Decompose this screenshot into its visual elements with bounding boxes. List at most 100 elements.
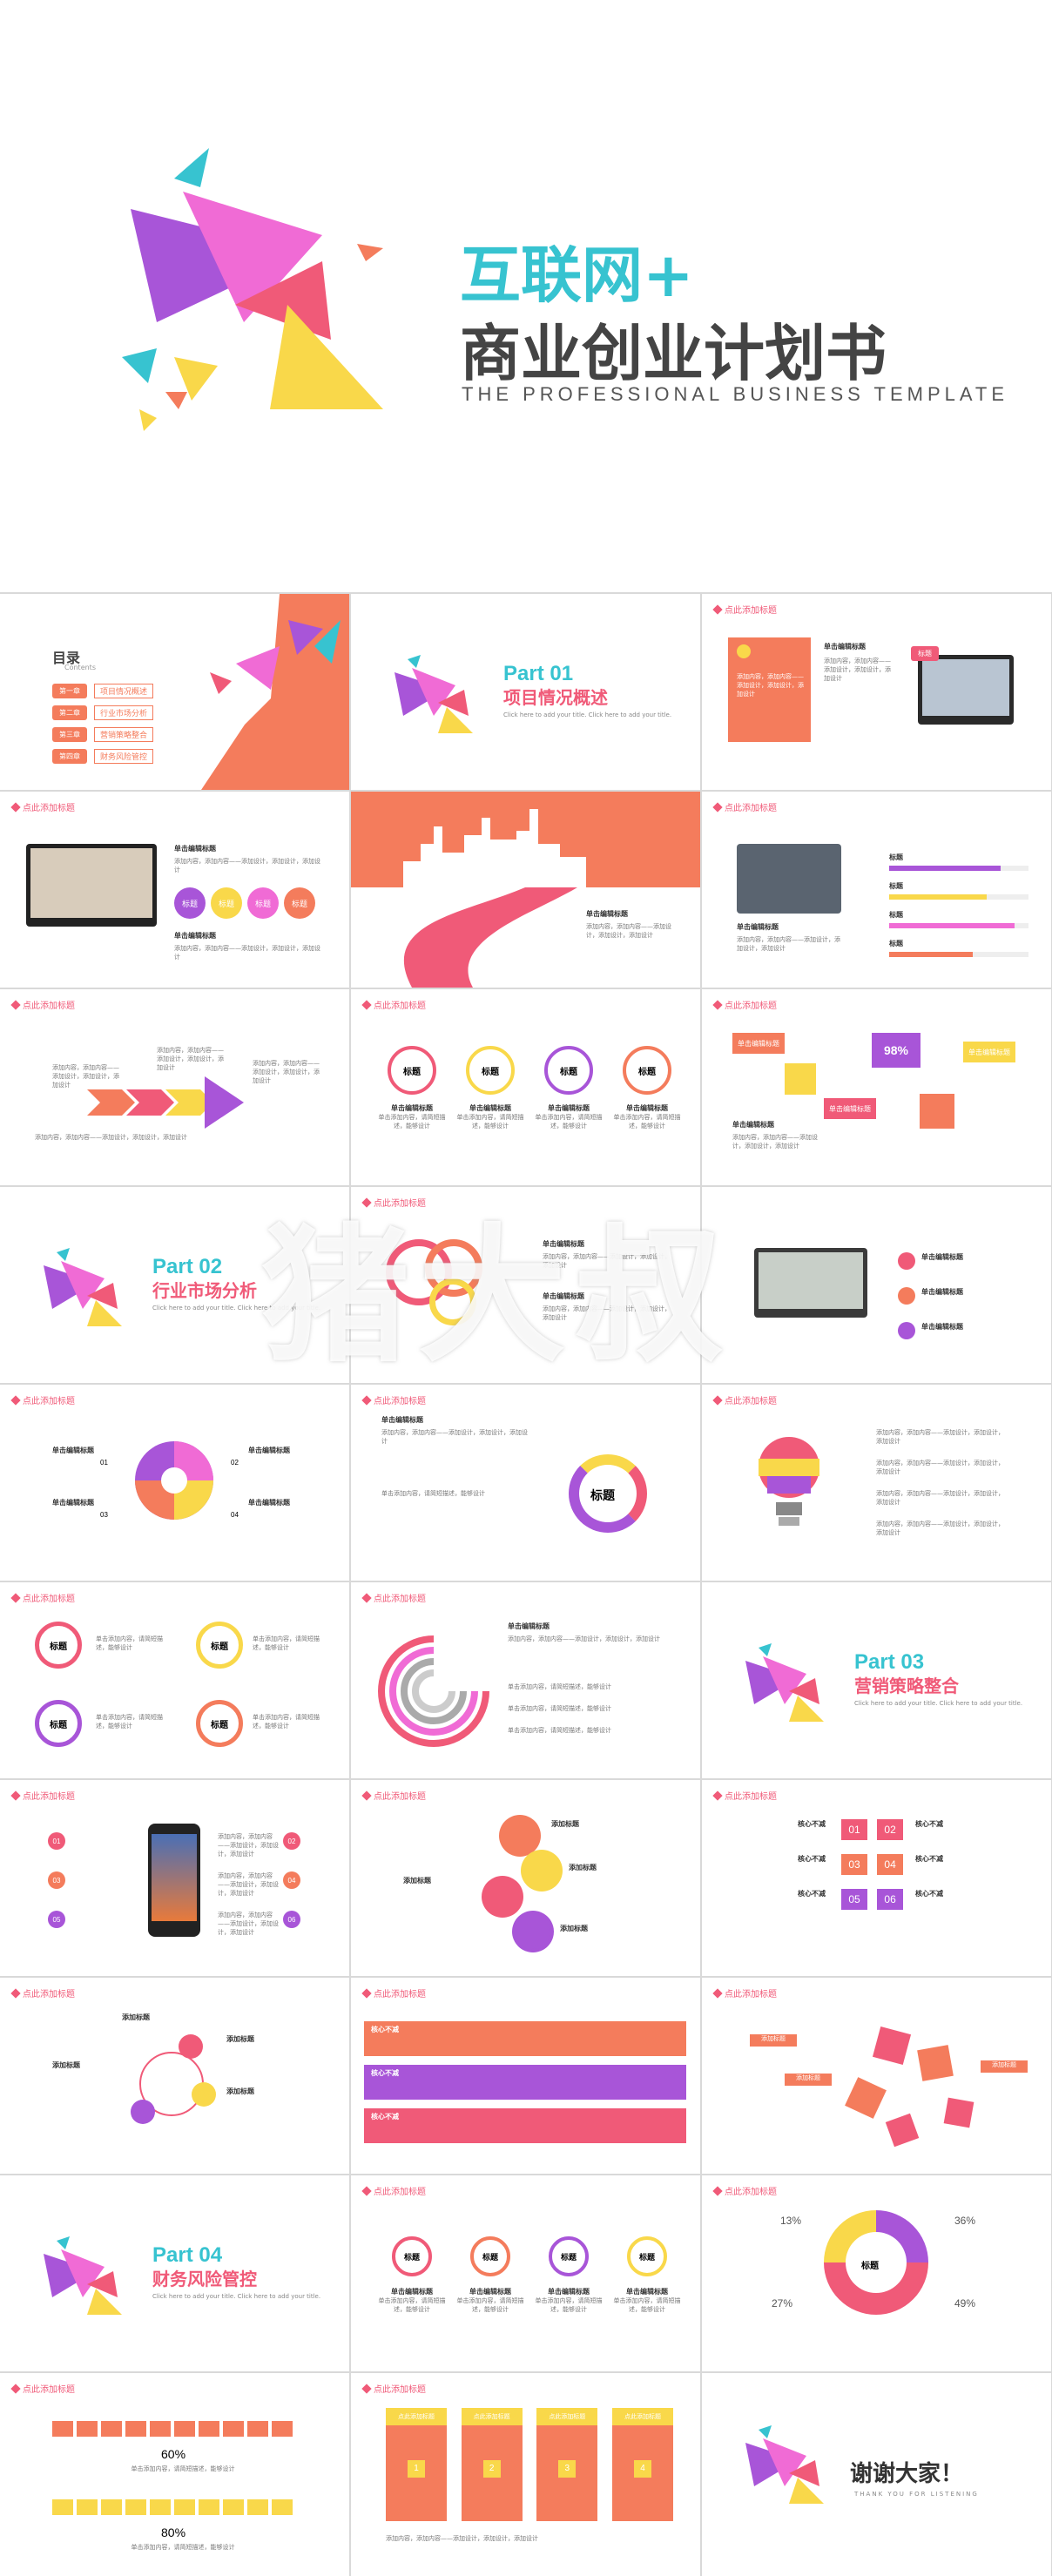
slide-title: 点此添加标题 <box>712 998 777 1011</box>
part-number: Part 01 <box>503 662 574 685</box>
part-desc: Click here to add your title. Click here… <box>503 711 672 718</box>
part-logo-icon <box>745 1643 824 1722</box>
slide-title: 点此添加标题 <box>10 1393 75 1406</box>
monitor-image <box>918 655 1014 725</box>
toc-item[interactable]: 第三章 营销策略整合 <box>52 727 154 742</box>
part-title: 项目情况概述 <box>503 687 608 708</box>
slide-16: 点此添加标题 标题 标题 标题 标题 单击添加内容，请简短描述，能够设计 单击添… <box>0 1582 349 1778</box>
slide-part-04: Part 04 财务风险管控 Click here to add your ti… <box>0 2175 349 2371</box>
slide-3: 点此添加标题 添加内容，添加内容——添加设计，添加设计，添加设计 单击编辑标题 … <box>702 594 1051 790</box>
progress-segments <box>52 2421 296 2437</box>
monitor-image <box>754 1248 867 1318</box>
ring-row: 标题 单击编辑标题 单击添加内容，请简短描述，能够设计 标题 单击编辑标题 单击添加内容… <box>377 1046 682 1130</box>
progress-bars: 标题 标题 标题 标题 <box>889 853 1028 968</box>
gear-icon <box>429 1278 476 1325</box>
part-desc: Click here to add your title. Click here… <box>152 1305 321 1312</box>
tag-circles: 标题 标题 标题 标题 <box>174 887 315 919</box>
slide-title: 点此添加标题 <box>712 1789 777 1802</box>
banner-row: 核心不减 <box>364 2065 686 2100</box>
concentric-arcs <box>378 1635 489 1747</box>
lightbulb-icon <box>759 1437 819 1526</box>
slide-22: 点此添加标题 添加标题 添加标题 添加标题 添加标题 <box>0 1978 349 2174</box>
slide-title: 点此添加标题 <box>712 1986 777 1999</box>
slide-title: 点此添加标题 <box>10 800 75 813</box>
slide-17: 点此添加标题 单击编辑标题 添加内容，添加内容——添加设计，添加设计，添加设计 … <box>351 1582 700 1778</box>
part-logo-icon <box>745 2425 824 2504</box>
part-number: Part 03 <box>854 1650 925 1674</box>
slide-9: 点此添加标题 单击编辑标题 单击编辑标题 98% 单击编辑标题 单击编辑标题 添… <box>702 989 1051 1185</box>
part-number: Part 02 <box>152 1255 223 1278</box>
slide-toc: 目录 Contents 第一章 项目情况概述 第二章 行业市场分析 第三章 营销策略整… <box>0 594 349 790</box>
part-title: 财务风险管控 <box>152 2269 257 2289</box>
toc-list: 第一章 项目情况概述 第二章 行业市场分析 第三章 营销策略整合 第四章 财务风险管控 <box>52 684 154 764</box>
cover-title-line1: 互联网+ <box>460 239 694 311</box>
slide-title: 点此添加标题 <box>361 1196 426 1209</box>
slide-20: 点此添加标题 添加标题 添加标题 添加标题 添加标题 <box>351 1780 700 1976</box>
slide-title: 点此添加标题 <box>361 1789 426 1802</box>
slide-11: 点此添加标题 单击编辑标题 添加内容，添加内容——添加设计，添加设计，添加设计 … <box>351 1187 700 1383</box>
banner-row: 核心不减 <box>364 2108 686 2143</box>
step-cards: 点此添加标题 1 点此添加标题 2 点此添加标题 3 点此添加标题 4 <box>386 2408 673 2521</box>
slide-part-01: Part 01 项目情况概述 Click here to add your ti… <box>351 594 700 790</box>
toc-subtitle: Contents <box>64 664 96 671</box>
slide-6: 点此添加标题 单击编辑标题 添加内容，添加内容——添加设计，添加设计，添加设计 … <box>702 792 1051 988</box>
slide-title: 点此添加标题 <box>712 603 777 616</box>
slide-title: 点此添加标题 <box>361 1986 426 1999</box>
slide-19: 点此添加标题 01 03 05 02 04 06 添加内容，添加内容——添加设计… <box>0 1780 349 1976</box>
number-column: 01 02 03 04 05 06 <box>841 1819 911 1910</box>
slide-title: 点此添加标题 <box>10 998 75 1011</box>
slide-title: 点此添加标题 <box>10 1789 75 1802</box>
toc-item[interactable]: 第二章 行业市场分析 <box>52 705 154 720</box>
progress-segments <box>52 2499 296 2515</box>
slide-title: 点此添加标题 <box>361 2184 426 2197</box>
toc-decoration <box>201 594 349 790</box>
thanks-subtitle: THANK YOU FOR LISTENING <box>854 2491 979 2498</box>
gear-icon <box>512 1911 554 1952</box>
gear-icon <box>521 1850 563 1892</box>
part-desc: Click here to add your title. Click here… <box>854 1700 1023 1707</box>
slide-23: 点此添加标题 核心不减 核心不减 核心不减 <box>351 1978 700 2174</box>
slide-title: 点此添加标题 <box>712 2184 777 2197</box>
part-logo-icon <box>44 1248 122 1326</box>
slide-12: 单击编辑标题 单击编辑标题 单击编辑标题 <box>702 1187 1051 1383</box>
content-card: 添加内容，添加内容——添加设计，添加设计，添加设计 <box>728 637 811 742</box>
part-logo-icon <box>394 655 473 733</box>
slide-26: 点此添加标题 标题 单击编辑标题 单击添加内容，请简短描述，能够设计 标题 单击编辑标… <box>351 2175 700 2371</box>
slide-title: 点此添加标题 <box>10 1986 75 1999</box>
toc-item[interactable]: 第一章 项目情况概述 <box>52 684 154 698</box>
slide-15: 点此添加标题 添加内容，添加内容——添加设计，添加设计，添加设计 添加内容，添加… <box>702 1385 1051 1581</box>
slide-title: 点此添加标题 <box>361 1393 426 1406</box>
laptop-image <box>737 844 841 914</box>
part-desc: Click here to add your title. Click here… <box>152 2293 321 2300</box>
slide-title: 点此添加标题 <box>712 1393 777 1406</box>
slide-14: 点此添加标题 单击编辑标题 添加内容，添加内容——添加设计，添加设计，添加设计 … <box>351 1385 700 1581</box>
slide-24: 点此添加标题 添加标题 添加标题 添加标题 <box>702 1978 1051 2174</box>
part-title: 营销策略整合 <box>854 1676 959 1696</box>
cover-title-line2: 商业创业计划书 <box>460 318 887 389</box>
slide-29: 点此添加标题 点此添加标题 1 点此添加标题 2 点此添加标题 3 点此添加标题 4 添… <box>351 2373 700 2576</box>
ring-row: 标题 单击编辑标题 单击添加内容，请简短描述，能够设计 标题 单击编辑标题 单击添加内容… <box>377 2236 682 2314</box>
slide-7: 点此添加标题 添加内容，添加内容——添加设计，添加设计，添加设计 添加内容，添加… <box>0 989 349 1185</box>
slide-title: 点此添加标题 <box>10 1591 75 1604</box>
phone-image <box>148 1824 200 1937</box>
part-title: 行业市场分析 <box>152 1280 257 1301</box>
city-road-graphic <box>351 792 700 988</box>
slide-title: 点此添加标题 <box>712 800 777 813</box>
slide-13: 点此添加标题 单击编辑标题 单击编辑标题 单击编辑标题 单击编辑标题 01 03… <box>0 1385 349 1581</box>
percent-box: 98% <box>872 1033 920 1068</box>
slide-title: 点此添加标题 <box>10 2382 75 2395</box>
toc-item[interactable]: 第四章 财务风险管控 <box>52 749 154 764</box>
monitor-image <box>26 844 157 927</box>
slide-5: 单击编辑标题 添加内容，添加内容——添加设计，添加设计，添加设计 <box>351 792 700 988</box>
cover-slide: 互联网+ 商业创业计划书 THE PROFESSIONAL BUSINESS T… <box>0 0 1052 592</box>
cover-subtitle: THE PROFESSIONAL BUSINESS TEMPLATE <box>462 383 1009 405</box>
slide-part-02: Part 02 行业市场分析 Click here to add your ti… <box>0 1187 349 1383</box>
slide-title: 点此添加标题 <box>361 1591 426 1604</box>
slide-8: 点此添加标题 标题 单击编辑标题 单击添加内容，请简短描述，能够设计 标题 单击编辑标… <box>351 989 700 1185</box>
thanks-title: 谢谢大家！ <box>850 2461 964 2487</box>
slide-4: 点此添加标题 单击编辑标题 添加内容，添加内容——添加设计，添加设计，添加设计 … <box>0 792 349 988</box>
swirl-graphic <box>135 1441 213 1520</box>
slide-thanks: 谢谢大家！ THANK YOU FOR LISTENING <box>702 2373 1051 2576</box>
gear-icon <box>482 1876 523 1918</box>
part-number: Part 04 <box>152 2243 223 2267</box>
